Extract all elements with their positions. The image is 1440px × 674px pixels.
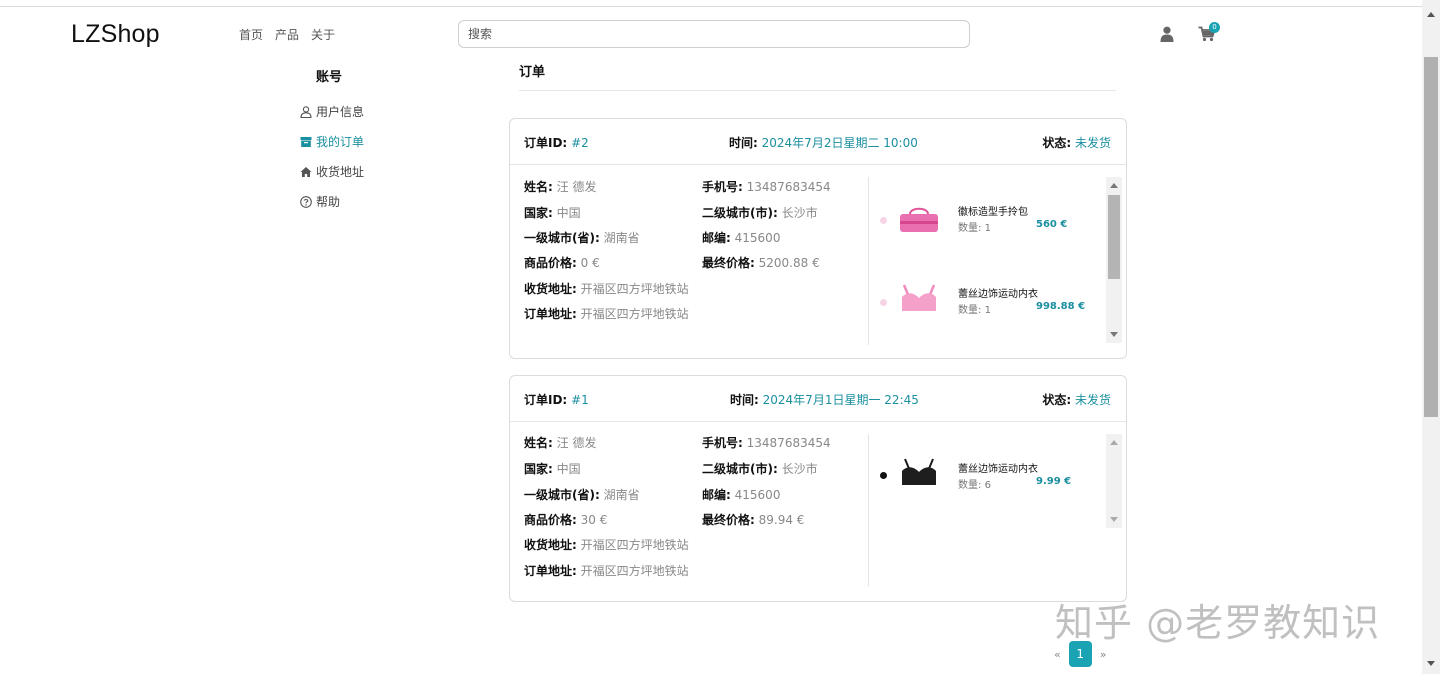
sidebar-item-label: 帮助 [316, 195, 341, 209]
field-zip: 邮编: 415600 [702, 231, 781, 245]
sidebar-item-label: 收货地址 [316, 165, 365, 179]
order-status: 状态: 未发货 [1042, 136, 1111, 150]
search-input[interactable] [458, 20, 970, 48]
sidebar-item-shipping-address[interactable]: 收货地址 [300, 163, 364, 180]
field-province: 一级城市(省): 湖南省 [524, 488, 640, 502]
field-province: 一级城市(省): 湖南省 [524, 231, 640, 245]
product-qty: 数量: 6 [958, 480, 991, 491]
nav-home[interactable]: 首页 [239, 26, 263, 43]
products-scrollbar[interactable] [1106, 177, 1122, 343]
page-title: 订单 [519, 65, 546, 80]
product-price: 9.99 € [1036, 476, 1072, 487]
field-shipping-address: 收货地址: 开福区四方坪地铁站 [524, 282, 689, 296]
color-dot [880, 217, 887, 224]
order-time: 时间: 2024年7月1日星期一 22:45 [730, 393, 919, 407]
order-card: 订单ID: #2 时间: 2024年7月2日星期二 10:00 状态: 未发货 … [509, 118, 1127, 359]
top-border [0, 0, 1422, 7]
cart-count-badge: 0 [1209, 22, 1220, 33]
product-item[interactable]: 蕾丝边饰运动内衣 数量: 1 998.88 € [878, 259, 1104, 323]
home-icon [300, 166, 312, 177]
archive-box-icon [300, 136, 312, 147]
field-goods-price: 商品价格: 30 € [524, 513, 608, 527]
color-dot [880, 299, 887, 306]
column-divider [868, 434, 869, 586]
order-card: 订单ID: #1 时间: 2024年7月1日星期一 22:45 状态: 未发货 … [509, 375, 1127, 602]
user-icon[interactable] [1160, 26, 1174, 42]
order-card-header: 订单ID: #1 时间: 2024年7月1日星期一 22:45 状态: 未发货 [510, 376, 1126, 422]
product-qty: 数量: 1 [958, 305, 991, 316]
sports-bra-thumbnail [902, 284, 936, 311]
field-city: 二级城市(市): 长沙市 [702, 206, 818, 220]
field-name: 姓名: 汪 德发 [524, 436, 597, 450]
scroll-up-arrow[interactable] [1110, 183, 1118, 188]
sidebar-item-my-orders[interactable]: 我的订单 [300, 133, 364, 150]
sidebar-item-help[interactable]: 帮助 [300, 193, 340, 210]
main-nav: 首页 产品 关于 [239, 26, 335, 43]
watermark: 知乎 @老罗教知识 [1055, 601, 1381, 645]
field-goods-price: 商品价格: 0 € [524, 256, 600, 270]
product-item[interactable]: 蕾丝边饰运动内衣 数量: 6 9.99 € [878, 434, 1104, 498]
sidebar-item-user-info[interactable]: 用户信息 [300, 103, 364, 120]
field-zip: 邮编: 415600 [702, 488, 781, 502]
pagination-next[interactable]: » [1100, 648, 1107, 661]
product-name: 蕾丝边饰运动内衣 [958, 464, 1038, 475]
product-price: 998.88 € [1036, 301, 1086, 312]
color-dot [880, 472, 887, 479]
sports-bra-thumbnail [902, 458, 936, 485]
scroll-up-arrow[interactable] [1110, 440, 1118, 445]
order-id: 订单ID: #2 [524, 136, 589, 150]
field-order-address: 订单地址: 开福区四方坪地铁站 [524, 564, 689, 578]
order-status: 状态: 未发货 [1042, 393, 1111, 407]
page-scrollbar[interactable] [1422, 0, 1440, 674]
field-order-address: 订单地址: 开福区四方坪地铁站 [524, 307, 689, 321]
field-name: 姓名: 汪 德发 [524, 180, 597, 194]
sidebar-title: 账号 [316, 70, 343, 85]
sidebar-item-label: 用户信息 [316, 105, 365, 119]
product-name: 蕾丝边饰运动内衣 [958, 289, 1038, 300]
scroll-thumb[interactable] [1108, 195, 1120, 279]
product-item[interactable]: 徽标造型手拎包 数量: 1 560 € [878, 177, 1104, 241]
scroll-down-arrow[interactable] [1110, 332, 1118, 337]
field-country: 国家: 中国 [524, 462, 581, 476]
product-price: 560 € [1036, 219, 1068, 230]
order-time: 时间: 2024年7月2日星期二 10:00 [729, 136, 918, 150]
field-city: 二级城市(市): 长沙市 [702, 462, 818, 476]
nav-about[interactable]: 关于 [311, 26, 335, 43]
divider [519, 90, 1116, 91]
scroll-down-arrow[interactable] [1427, 661, 1435, 666]
field-shipping-address: 收货地址: 开福区四方坪地铁站 [524, 538, 689, 552]
field-final-price: 最终价格: 89.94 € [702, 513, 805, 527]
scroll-thumb[interactable] [1424, 57, 1438, 417]
products-scrollbar[interactable] [1106, 434, 1122, 528]
product-qty: 数量: 1 [958, 223, 991, 234]
field-final-price: 最终价格: 5200.88 € [702, 256, 820, 270]
user-icon [300, 105, 312, 118]
field-phone: 手机号: 13487683454 [702, 180, 831, 194]
scroll-down-arrow[interactable] [1110, 517, 1118, 522]
sidebar-item-label: 我的订单 [316, 135, 365, 149]
field-country: 国家: 中国 [524, 206, 581, 220]
logo[interactable]: LZShop [71, 20, 160, 49]
pagination-prev[interactable]: « [1054, 648, 1061, 661]
product-name: 徽标造型手拎包 [958, 207, 1028, 218]
column-divider [868, 177, 869, 345]
order-id: 订单ID: #1 [524, 393, 589, 407]
nav-products[interactable]: 产品 [275, 26, 299, 43]
question-circle-icon [300, 195, 312, 208]
handbag-thumbnail [900, 207, 938, 232]
scroll-up-arrow[interactable] [1427, 12, 1435, 17]
field-phone: 手机号: 13487683454 [702, 436, 831, 450]
order-card-header: 订单ID: #2 时间: 2024年7月2日星期二 10:00 状态: 未发货 [510, 119, 1126, 165]
